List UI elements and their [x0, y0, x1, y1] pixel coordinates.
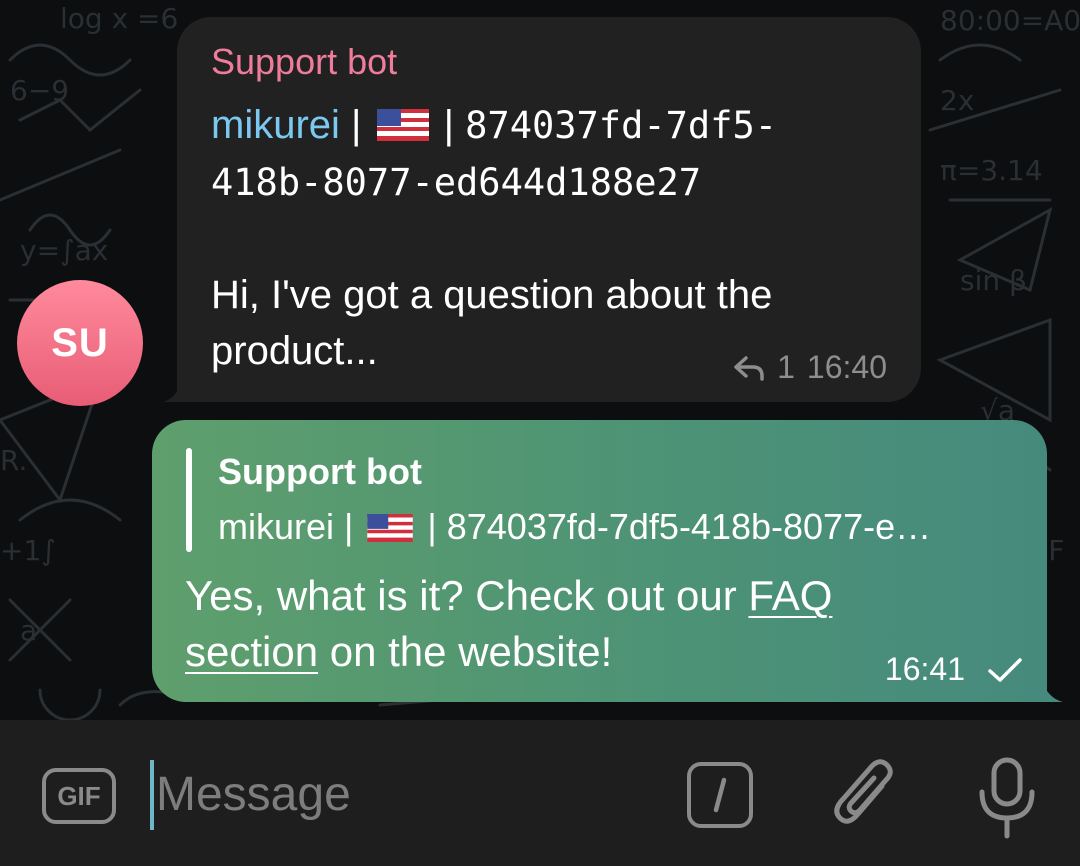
microphone-icon[interactable]: [972, 754, 1042, 844]
message-text-line1: Hi, I've got a question about the: [211, 273, 773, 317]
username-link[interactable]: mikurei: [211, 103, 340, 147]
svg-text:+1∫: +1∫: [0, 534, 56, 567]
message-header-line: mikurei | | 874037fd-7df5-: [211, 103, 777, 148]
message-input[interactable]: [156, 756, 656, 832]
message-time: 16:41: [884, 651, 965, 687]
user-id-part2: 418b-8077-ed644d188e27: [211, 161, 702, 204]
svg-text:sin β: sin β: [960, 264, 1027, 297]
separator: |: [339, 103, 373, 147]
reply-quote-text[interactable]: mikurei | | 874037fd-7df5-418b-8077-e…: [218, 506, 1023, 548]
svg-text:π=3.14: π=3.14: [940, 154, 1043, 187]
svg-text:6−9: 6−9: [10, 74, 69, 107]
svg-text:2x: 2x: [940, 84, 974, 117]
faq-link-part1[interactable]: FAQ: [748, 572, 832, 619]
message-input-bar: GIF: [0, 720, 1080, 866]
svg-text:log x =6: log x =6: [60, 2, 178, 35]
sender-name[interactable]: Support bot: [211, 41, 397, 83]
quote-separator: |: [334, 506, 364, 547]
message-text: Yes, what is it? Check out our: [185, 572, 749, 619]
svg-text:R.: R.: [0, 444, 27, 477]
svg-text:y=∫ax: y=∫ax: [20, 234, 108, 267]
message-text: on the website!: [318, 628, 613, 675]
message-text-line2: product...: [211, 329, 378, 373]
gif-label: GIF: [57, 780, 101, 811]
us-flag-icon: [376, 109, 429, 141]
svg-text:a: a: [20, 614, 37, 647]
avatar[interactable]: SU: [17, 280, 143, 406]
reply-quote-bar: [186, 448, 192, 552]
svg-text:80:00=A0: 80:00=A0: [940, 4, 1080, 37]
message-meta: 1 16:40: [733, 349, 887, 386]
gif-icon[interactable]: GIF: [42, 768, 116, 824]
incoming-message-bubble[interactable]: Support bot mikurei | | 874037fd-7df5- 4…: [163, 17, 921, 402]
bubble-tail: [163, 378, 183, 402]
quote-rest: | 874037fd-7df5-418b-8077-e…: [417, 506, 932, 547]
outgoing-message-bubble[interactable]: Support bot mikurei | | 874037fd-7df5-41…: [152, 420, 1063, 702]
slash-glyph: [713, 777, 727, 813]
reply-count[interactable]: 1: [777, 349, 795, 386]
message-text-line1: Yes, what is it? Check out our FAQ: [185, 572, 832, 620]
separator: |: [432, 103, 466, 147]
avatar-initials: SU: [51, 320, 109, 365]
command-icon[interactable]: [687, 762, 753, 828]
bubble-tail: [1041, 678, 1063, 702]
reply-arrow-icon: [734, 355, 764, 381]
quote-username: mikurei: [218, 506, 335, 547]
reply-quote-title[interactable]: Support bot: [218, 451, 422, 493]
us-flag-icon: [367, 514, 414, 542]
message-time: 16:40: [806, 349, 887, 385]
user-id-part1: 874037fd-7df5-: [465, 104, 778, 147]
check-icon: [988, 657, 1022, 682]
message-meta: 16:41: [885, 651, 1023, 688]
text-cursor: [150, 760, 154, 830]
faq-link-part2[interactable]: section: [185, 628, 318, 675]
message-text-line2: section on the website!: [185, 628, 612, 676]
paperclip-icon[interactable]: [830, 756, 900, 836]
